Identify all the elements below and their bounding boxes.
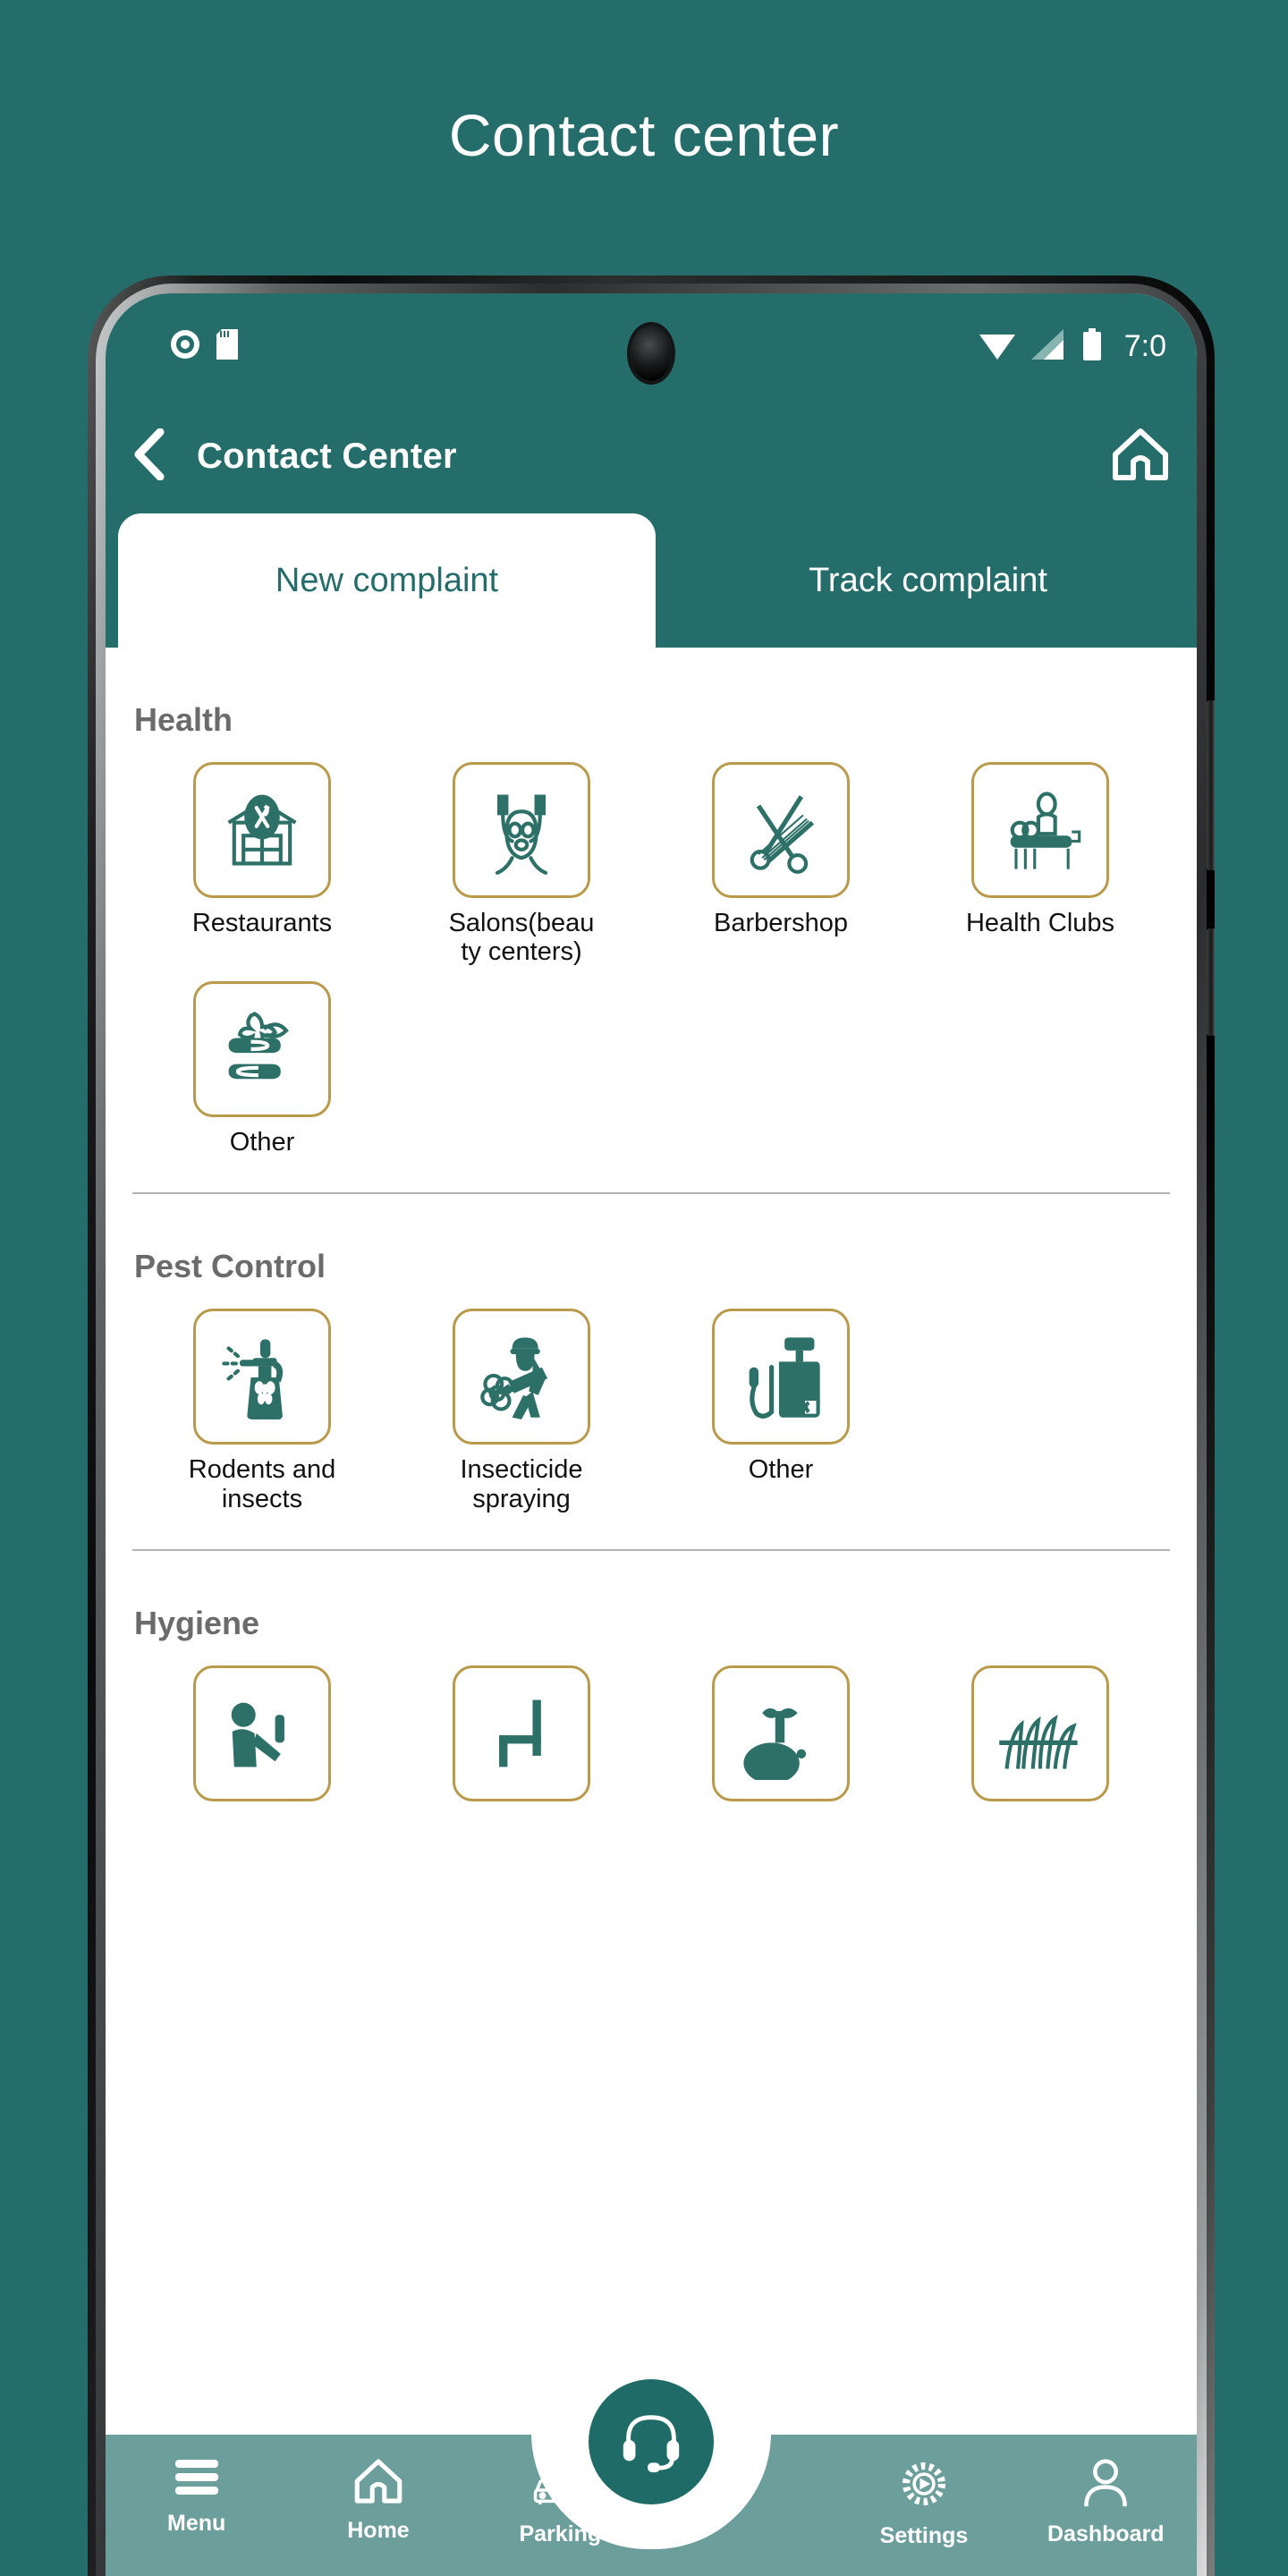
- folded-towels-icon: [216, 1003, 309, 1096]
- sd-card-icon: [216, 328, 238, 364]
- tab-track-complaint-label: Track complaint: [809, 561, 1047, 599]
- category-label: Other: [748, 1455, 814, 1485]
- category-label: Other: [229, 1127, 295, 1157]
- category-item-salons[interactable]: Salons(beauty centers): [392, 762, 651, 967]
- furniture-icon: [475, 1687, 568, 1780]
- category-item-hygiene-1[interactable]: [132, 1665, 392, 1812]
- category-label: Salons(beauty centers): [448, 909, 595, 967]
- phone-side-button-power[interactable]: [1207, 928, 1215, 1036]
- category-card[interactable]: [712, 1309, 850, 1445]
- category-card[interactable]: [971, 762, 1109, 898]
- category-card[interactable]: [453, 1309, 590, 1445]
- category-item-restaurants[interactable]: Restaurants: [132, 762, 392, 967]
- nav-label: Dashboard: [1047, 2521, 1165, 2546]
- section-health: Health Restaurants Salons(beauty centers…: [132, 648, 1170, 1195]
- front-camera-punch-hole: [631, 326, 672, 381]
- category-card[interactable]: [453, 1665, 590, 1802]
- category-grid-pest-control: Rodents and insects Insecticide spraying…: [132, 1309, 1170, 1528]
- page-root: Contact center 7:0 Contact Center New co…: [0, 0, 1288, 2576]
- pressure-sprayer-icon: [734, 1330, 827, 1423]
- restaurant-icon: [216, 784, 309, 877]
- parking-car-icon: [532, 2458, 588, 2512]
- section-title-health: Health: [134, 701, 233, 738]
- category-item-rodents-insects[interactable]: Rodents and insects: [132, 1309, 392, 1513]
- category-label: Insecticide spraying: [460, 1455, 583, 1513]
- nav-item-menu[interactable]: Menu: [106, 2458, 287, 2537]
- category-item-health-clubs[interactable]: Health Clubs: [911, 762, 1170, 967]
- wifi-icon: [979, 329, 1015, 364]
- app-header: Contact Center: [106, 399, 1197, 513]
- spray-bottle-icon: [216, 1330, 309, 1423]
- category-item-pest-other[interactable]: Other: [651, 1309, 911, 1513]
- person-icon: [1081, 2458, 1130, 2512]
- phone-frame: 7:0 Contact Center New complaint Track c…: [88, 275, 1215, 2576]
- tab-track-complaint[interactable]: Track complaint: [659, 513, 1197, 648]
- section-title-pest-control: Pest Control: [134, 1248, 326, 1285]
- category-card[interactable]: [193, 980, 331, 1117]
- phone-side-button-volume[interactable]: [1207, 700, 1215, 870]
- phone-screen: 7:0 Contact Center New complaint Track c…: [106, 293, 1197, 2576]
- nav-label: Settings: [879, 2523, 969, 2548]
- battery-icon: [1081, 327, 1103, 365]
- section-hygiene: Hygiene: [132, 1551, 1170, 1826]
- moon-icon: [131, 330, 154, 362]
- massage-table-icon: [994, 784, 1087, 877]
- contact-center-fab-button[interactable]: [589, 2379, 714, 2504]
- status-bar: 7:0: [106, 293, 1197, 399]
- status-bar-clock: 7:0: [1123, 328, 1166, 363]
- category-item-insecticide-spraying[interactable]: Insecticide spraying: [392, 1309, 651, 1513]
- fogger-worker-icon: [475, 1330, 568, 1423]
- nav-item-dashboard[interactable]: Dashboard: [1015, 2458, 1197, 2547]
- category-card[interactable]: [193, 762, 331, 898]
- nav-label: Home: [347, 2518, 410, 2543]
- category-label: Health Clubs: [965, 909, 1115, 937]
- nav-label: Menu: [167, 2511, 226, 2536]
- bottom-navigation-bar: Menu Home Parking Settings Dashboard: [106, 2379, 1197, 2576]
- category-grid-hygiene: [132, 1665, 1170, 1826]
- section-title-hygiene: Hygiene: [134, 1605, 260, 1642]
- category-label: Restaurants: [191, 909, 333, 937]
- gear-icon: [898, 2458, 950, 2514]
- tab-new-complaint-label: New complaint: [275, 561, 499, 599]
- hamburger-icon: [174, 2458, 220, 2502]
- category-card[interactable]: [971, 1665, 1109, 1802]
- scissors-comb-icon: [734, 784, 827, 877]
- category-item-hygiene-3[interactable]: [651, 1665, 911, 1812]
- category-card[interactable]: [712, 762, 850, 898]
- water-tank-icon: [734, 1687, 827, 1781]
- category-card[interactable]: [193, 1665, 331, 1802]
- category-card[interactable]: [453, 762, 590, 898]
- nav-item-settings[interactable]: Settings: [833, 2458, 1014, 2549]
- tab-bar: New complaint Track complaint: [106, 513, 1197, 648]
- status-bar-left-icons: [131, 328, 238, 364]
- status-bar-right-icons: 7:0: [979, 327, 1166, 365]
- nav-item-home[interactable]: Home: [287, 2458, 469, 2544]
- category-item-barbershop[interactable]: Barbershop: [651, 762, 911, 967]
- home-icon[interactable]: [1111, 428, 1170, 486]
- category-label: Barbershop: [714, 909, 848, 937]
- cleaner-person-icon: [216, 1687, 309, 1780]
- page-heading: Contact Center: [197, 436, 457, 476]
- section-pest-control: Pest Control Rodents and insects Insecti…: [132, 1194, 1170, 1552]
- facial-mask-icon: [475, 784, 568, 877]
- grass-icon: [994, 1687, 1087, 1780]
- record-icon: [170, 329, 200, 364]
- category-item-hygiene-4[interactable]: [911, 1665, 1170, 1812]
- tab-new-complaint[interactable]: New complaint: [118, 513, 656, 648]
- category-item-health-other[interactable]: Other: [132, 980, 392, 1157]
- nav-label: Parking: [519, 2521, 602, 2546]
- category-card[interactable]: [193, 1309, 331, 1445]
- category-card[interactable]: [712, 1665, 850, 1802]
- grid-spacer: [911, 1309, 1170, 1513]
- category-grid-health: Restaurants Salons(beauty centers) Barbe…: [132, 762, 1170, 1171]
- complaint-categories-scroll[interactable]: Health Restaurants Salons(beauty centers…: [106, 648, 1197, 2576]
- category-label: Rodents and insects: [188, 1455, 336, 1513]
- home-icon: [353, 2458, 403, 2509]
- signal-icon: [1030, 328, 1065, 364]
- page-title: Contact center: [448, 102, 840, 168]
- chevron-left-icon[interactable]: [132, 428, 165, 485]
- headset-icon: [616, 2405, 686, 2479]
- category-item-hygiene-2[interactable]: [392, 1665, 651, 1812]
